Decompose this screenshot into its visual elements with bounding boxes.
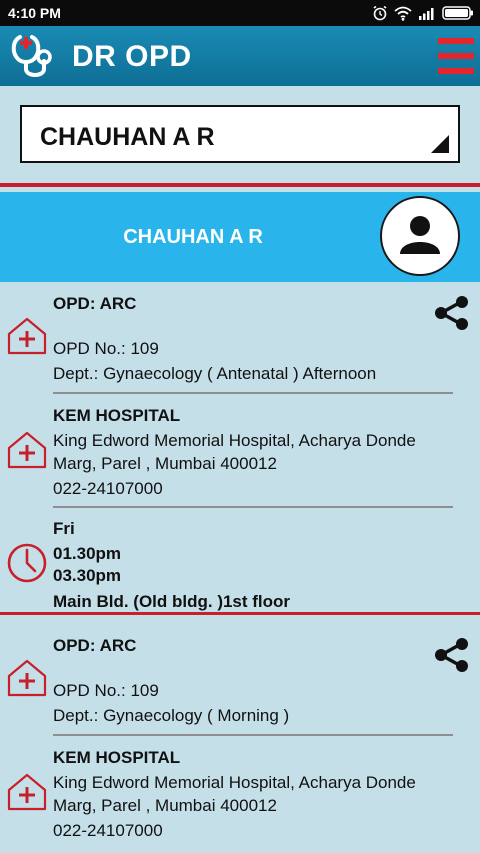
hospital-house-icon [7,317,47,355]
timing-entry: Fri 01.30pm 03.30pm Main Bld. (Old bldg.… [0,516,480,612]
opd-title: OPD: ARC [53,294,137,313]
clock-icon [7,543,47,583]
hospital-entry[interactable]: KEM HOSPITAL King Edword Memorial Hospit… [0,744,480,848]
profile-banner: CHAUHAN A R [0,192,480,282]
opd-number: OPD No.: 109 [53,681,159,700]
profile-name: CHAUHAN A R [123,226,263,248]
hamburger-menu-icon[interactable] [438,38,474,78]
opd-title: OPD: ARC [53,636,137,655]
signal-icon [419,8,434,20]
section-divider [0,183,480,187]
opd-entry[interactable]: OPD: ARC OPD No.: 109 Dept.: Gynaecology… [0,632,480,732]
entry-divider [53,506,453,508]
dropdown-arrow-icon [431,135,449,153]
schedule-location: Main Bld. (Old bldg. )1st floor [53,592,291,611]
hospital-phone[interactable]: 022-24107000 [53,479,163,499]
status-icons [372,4,474,22]
opd-number: OPD No.: 109 [53,339,159,358]
stethoscope-icon [11,35,52,77]
hospital-phone[interactable]: 022-24107000 [53,821,163,841]
hospital-name: KEM HOSPITAL [53,748,181,767]
status-time: 4:10 PM [8,5,61,21]
hospital-name: KEM HOSPITAL [53,406,181,425]
avatar[interactable] [380,196,460,276]
share-icon[interactable] [432,294,470,332]
status-bar: 4:10 PM [0,0,480,26]
opd-department: Dept.: Gynaecology ( Morning ) [53,706,290,725]
app-title: DR OPD [72,40,192,73]
record-separator [0,612,480,615]
person-icon [400,216,440,254]
hospital-address-line2: Marg, Parel , Mumbai 400012 [53,454,277,473]
schedule-start-time: 01.30pm [53,544,122,563]
hospital-house-icon [7,659,47,697]
alarm-icon [373,5,387,21]
share-icon[interactable] [432,636,470,674]
doctor-select-value: CHAUHAN A R [40,123,215,151]
entry-divider [53,392,453,394]
battery-icon [442,6,473,20]
hospital-house-icon [7,773,47,811]
entry-divider [53,734,453,736]
hospital-address-line1: King Edword Memorial Hospital, Acharya D… [53,773,416,792]
hospital-address-line1: King Edword Memorial Hospital, Acharya D… [53,431,416,450]
doctor-select[interactable]: CHAUHAN A R [20,105,460,163]
hospital-entry[interactable]: KEM HOSPITAL King Edword Memorial Hospit… [0,402,480,506]
wifi-icon [394,6,412,21]
opd-department: Dept.: Gynaecology ( Antenatal ) Afterno… [53,364,377,383]
hospital-house-icon [7,431,47,469]
hospital-address-line2: Marg, Parel , Mumbai 400012 [53,796,277,815]
schedule-end-time: 03.30pm [53,566,122,585]
schedule-day: Fri [53,519,75,538]
opd-entry[interactable]: OPD: ARC OPD No.: 109 Dept.: Gynaecology… [0,290,480,390]
app-bar: DR OPD [0,26,480,86]
